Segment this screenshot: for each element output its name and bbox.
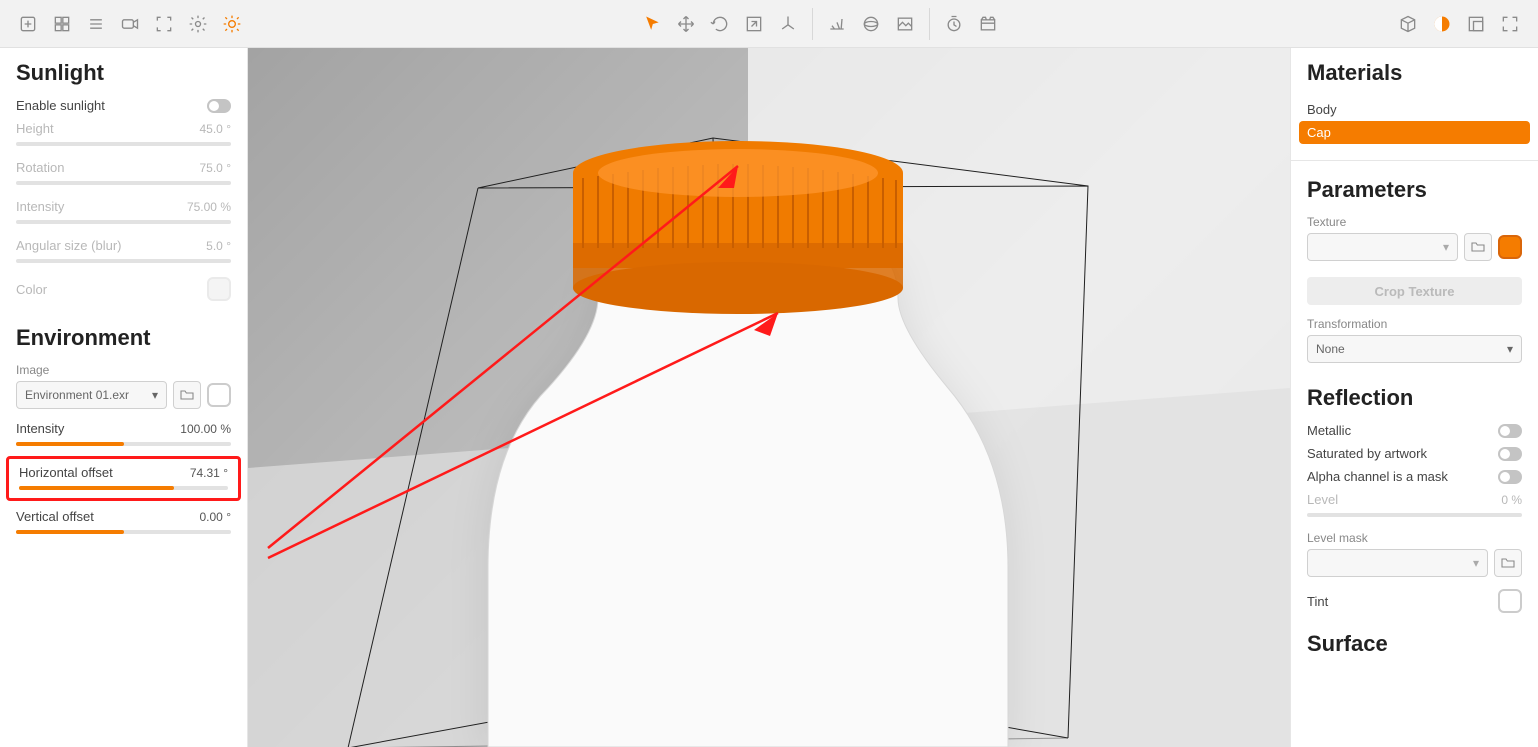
env-image-swatch[interactable] xyxy=(207,383,231,407)
settings-button[interactable] xyxy=(182,8,214,40)
focus-button[interactable] xyxy=(148,8,180,40)
sun-intensity-label: Intensity xyxy=(16,199,64,214)
height-slider xyxy=(16,142,231,146)
tint-label: Tint xyxy=(1307,594,1328,609)
voff-value: 0.00 ° xyxy=(200,510,232,524)
rotation-slider xyxy=(16,181,231,185)
axis-tool[interactable] xyxy=(772,8,804,40)
enable-sunlight-label: Enable sunlight xyxy=(16,98,105,113)
sun-intensity-slider xyxy=(16,220,231,224)
level-slider xyxy=(1307,513,1522,517)
crop-texture-button: Crop Texture xyxy=(1307,277,1522,305)
transformation-value: None xyxy=(1316,342,1345,356)
height-label: Height xyxy=(16,121,54,136)
level-value: 0 % xyxy=(1501,493,1522,507)
materials-list: Body Cap xyxy=(1291,94,1538,148)
chevron-down-icon: ▾ xyxy=(1473,556,1479,570)
rotation-value: 75.0 ° xyxy=(200,161,232,175)
angular-value: 5.0 ° xyxy=(206,239,231,253)
ground-button[interactable] xyxy=(821,8,853,40)
sphere-button[interactable] xyxy=(855,8,887,40)
transformation-label: Transformation xyxy=(1291,313,1538,331)
transformation-select[interactable]: None ▾ xyxy=(1307,335,1522,363)
sunlight-title: Sunlight xyxy=(0,48,247,94)
surface-title: Surface xyxy=(1291,617,1538,665)
env-intensity-slider[interactable] xyxy=(16,442,231,446)
cube-view-button[interactable] xyxy=(1392,8,1424,40)
env-image-select[interactable]: Environment 01.exr ▾ xyxy=(16,381,167,409)
voff-slider[interactable] xyxy=(16,530,231,534)
hoff-label: Horizontal offset xyxy=(19,465,113,480)
time-button[interactable] xyxy=(938,8,970,40)
saturated-toggle[interactable] xyxy=(1498,447,1522,461)
window-button[interactable] xyxy=(1460,8,1492,40)
hoff-slider[interactable] xyxy=(19,486,228,490)
image-button[interactable] xyxy=(889,8,921,40)
level-mask-select[interactable]: ▾ xyxy=(1307,549,1488,577)
texture-color-swatch[interactable] xyxy=(1498,235,1522,259)
angular-label: Angular size (blur) xyxy=(16,238,122,253)
height-value: 45.0 ° xyxy=(200,122,232,136)
env-image-value: Environment 01.exr xyxy=(25,388,129,402)
alpha-label: Alpha channel is a mask xyxy=(1307,469,1448,484)
env-image-label: Image xyxy=(0,359,247,377)
sun-intensity-value: 75.00 % xyxy=(187,200,231,214)
render-button[interactable] xyxy=(972,8,1004,40)
list-button[interactable] xyxy=(80,8,112,40)
checker-button[interactable] xyxy=(1426,8,1458,40)
hoff-value: 74.31 ° xyxy=(190,466,228,480)
parameters-title: Parameters xyxy=(1291,165,1538,211)
materials-title: Materials xyxy=(1291,48,1538,94)
texture-select[interactable]: ▾ xyxy=(1307,233,1458,261)
material-item-cap[interactable]: Cap xyxy=(1299,121,1530,144)
metallic-label: Metallic xyxy=(1307,423,1351,438)
env-intensity-value: 100.00 % xyxy=(180,422,231,436)
angular-slider xyxy=(16,259,231,263)
env-image-folder-button[interactable] xyxy=(173,381,201,409)
toolbar xyxy=(0,0,1538,48)
rotate-tool[interactable] xyxy=(704,8,736,40)
camera-button[interactable] xyxy=(114,8,146,40)
horizontal-offset-highlight: Horizontal offset 74.31 ° xyxy=(6,456,241,501)
sun-color-swatch xyxy=(207,277,231,301)
fullscreen-button[interactable] xyxy=(1494,8,1526,40)
enable-sunlight-toggle[interactable] xyxy=(207,99,231,113)
left-panel: Sunlight Enable sunlight Height 45.0 ° R… xyxy=(0,48,248,747)
color-label: Color xyxy=(16,282,47,297)
texture-label: Texture xyxy=(1291,211,1538,229)
viewport-scene xyxy=(248,48,1290,747)
saturated-label: Saturated by artwork xyxy=(1307,446,1427,461)
tint-swatch[interactable] xyxy=(1498,589,1522,613)
add-button[interactable] xyxy=(12,8,44,40)
texture-folder-button[interactable] xyxy=(1464,233,1492,261)
chevron-down-icon: ▾ xyxy=(1443,240,1449,254)
level-mask-folder-button[interactable] xyxy=(1494,549,1522,577)
level-mask-label: Level mask xyxy=(1291,527,1538,545)
chevron-down-icon: ▾ xyxy=(152,388,158,402)
material-item-body[interactable]: Body xyxy=(1299,98,1530,121)
grid-button[interactable] xyxy=(46,8,78,40)
sun-button[interactable] xyxy=(216,8,248,40)
scale-tool[interactable] xyxy=(738,8,770,40)
viewport[interactable] xyxy=(248,48,1290,747)
alpha-toggle[interactable] xyxy=(1498,470,1522,484)
level-label: Level xyxy=(1307,492,1338,507)
right-panel: Materials Body Cap Parameters Texture ▾ … xyxy=(1290,48,1538,747)
move-tool[interactable] xyxy=(670,8,702,40)
env-intensity-label: Intensity xyxy=(16,421,64,436)
chevron-down-icon: ▾ xyxy=(1507,342,1513,356)
voff-label: Vertical offset xyxy=(16,509,94,524)
rotation-label: Rotation xyxy=(16,160,64,175)
metallic-toggle[interactable] xyxy=(1498,424,1522,438)
environment-title: Environment xyxy=(0,305,247,359)
reflection-title: Reflection xyxy=(1291,371,1538,419)
pointer-tool[interactable] xyxy=(636,8,668,40)
